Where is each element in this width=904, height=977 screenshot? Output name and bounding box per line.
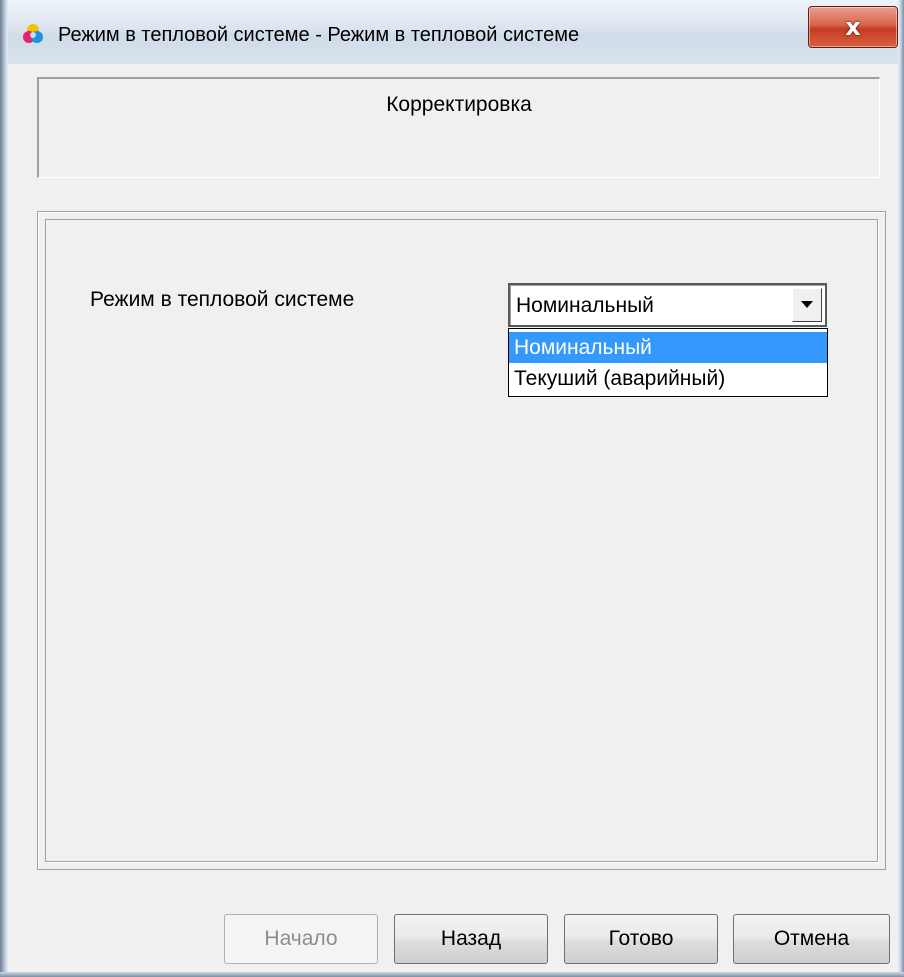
mode-combobox-value: Номинальный: [516, 294, 654, 317]
mode-combobox[interactable]: Номинальный: [508, 283, 827, 327]
color-wheel-icon: [23, 24, 43, 43]
title-bar[interactable]: Режим в тепловой системе - Режим в тепло…: [0, 0, 904, 64]
step-title: Корректировка: [386, 93, 532, 116]
dropdown-option-current-emergency[interactable]: Текуший (аварийный): [509, 363, 827, 394]
close-icon: x: [845, 13, 861, 41]
finish-button[interactable]: Готово: [564, 914, 718, 964]
window-right-border: [898, 0, 904, 977]
window-title: Режим в тепловой системе - Режим в тепло…: [58, 24, 580, 46]
combobox-dropdown-button[interactable]: [792, 288, 822, 322]
chevron-down-icon: [801, 301, 813, 308]
mode-label: Режим в тепловой системе: [90, 288, 355, 311]
mode-dropdown-list: Номинальный Текуший (аварийный): [508, 328, 828, 397]
close-button[interactable]: x: [808, 6, 898, 48]
back-button[interactable]: Назад: [394, 914, 548, 964]
window-bottom-border: [0, 972, 904, 977]
window-left-border: [0, 0, 8, 977]
step-header-panel: Корректировка: [37, 77, 880, 178]
dropdown-option-nominal[interactable]: Номинальный: [509, 332, 827, 363]
start-button[interactable]: Начало: [224, 914, 378, 964]
cancel-button[interactable]: Отмена: [733, 914, 890, 964]
dialog-window: Режим в тепловой системе - Режим в тепло…: [0, 0, 904, 977]
